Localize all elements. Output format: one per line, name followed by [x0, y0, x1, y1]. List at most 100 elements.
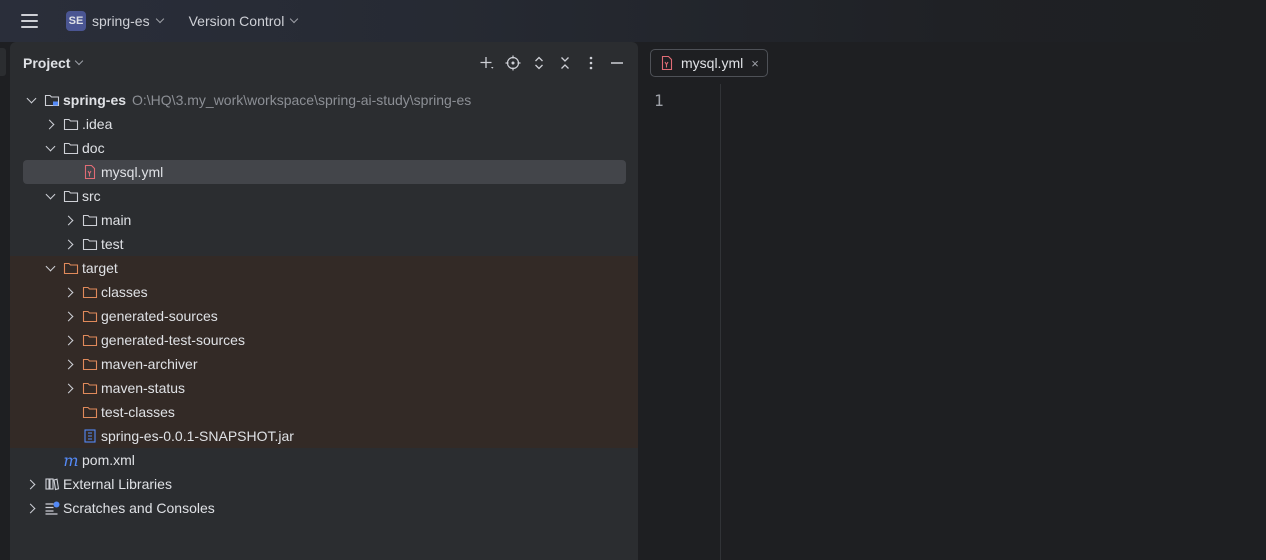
panel-title[interactable]: Project — [23, 55, 70, 71]
chevron-right-icon[interactable] — [61, 284, 77, 300]
tree-item-target[interactable]: target — [10, 256, 638, 280]
root-name: spring-es — [63, 92, 127, 108]
tree-item-mysql-yml[interactable]: mysql.yml — [10, 160, 638, 184]
tree-item-pom[interactable]: m pom.xml — [10, 448, 638, 472]
main-menu-button[interactable] — [0, 0, 58, 42]
tree-item-label: test — [101, 236, 124, 252]
chevron-right-icon[interactable] — [61, 332, 77, 348]
tree-item-maven-status[interactable]: maven-status — [10, 376, 638, 400]
folder-icon — [63, 140, 79, 156]
tree-item-label: mysql.yml — [101, 164, 164, 180]
vcs-label: Version Control — [188, 13, 285, 29]
chevron-right-icon[interactable] — [23, 500, 39, 516]
more-icon[interactable] — [578, 50, 604, 76]
line-number: 1 — [654, 91, 664, 110]
excluded-folder-icon — [82, 308, 98, 324]
chevron-down-icon[interactable] — [42, 140, 58, 156]
project-name: spring-es — [92, 13, 150, 29]
folder-icon — [63, 116, 79, 132]
tree-item-spring-es[interactable]: spring-es O:\HQ\3.my_work\workspace\sprin… — [10, 88, 638, 112]
editor-body[interactable]: 1 — [643, 84, 1266, 560]
vcs-widget[interactable]: Version Control — [188, 13, 299, 29]
chevron-down-icon[interactable] — [75, 56, 84, 66]
excluded-folder-icon — [82, 284, 98, 300]
scratches-icon — [44, 500, 60, 516]
tree-item-external-libraries[interactable]: External Libraries — [10, 472, 638, 496]
hide-icon[interactable] — [604, 50, 630, 76]
panel-actions — [474, 42, 630, 84]
chevron-right-icon[interactable] — [61, 212, 77, 228]
maven-icon: m — [63, 450, 79, 470]
tree-item-jar[interactable]: spring-es-0.0.1-SNAPSHOT.jar — [10, 424, 638, 448]
project-widget[interactable]: SE spring-es — [62, 6, 167, 36]
folder-icon — [82, 212, 98, 228]
tree-item-main[interactable]: main — [10, 208, 638, 232]
chevron-right-icon[interactable] — [61, 380, 77, 396]
chevron-down-icon[interactable] — [42, 188, 58, 204]
project-badge: SE — [66, 11, 86, 31]
tree-item-label: Scratches and Consoles — [63, 500, 215, 516]
excluded-folder-icon — [63, 260, 79, 276]
locate-icon[interactable] — [500, 50, 526, 76]
module-folder-icon — [44, 92, 60, 108]
excluded-folder-icon — [82, 356, 98, 372]
chevron-down-icon — [155, 14, 164, 24]
line-gutter — [643, 84, 721, 560]
tree-item-label: target — [82, 260, 118, 276]
tab-label: mysql.yml — [681, 55, 744, 71]
project-tool-tab[interactable] — [0, 48, 6, 76]
tree-item-label: maven-archiver — [101, 356, 198, 372]
tree-item-label: test-classes — [101, 404, 175, 420]
tree-item-doc[interactable]: doc — [10, 136, 638, 160]
jar-file-icon — [82, 428, 98, 444]
tree-item-generated-test-sources[interactable]: generated-test-sources — [10, 328, 638, 352]
editor-area: mysql.yml × 1 — [643, 42, 1266, 560]
tree-item-test[interactable]: test — [10, 232, 638, 256]
yml-file-icon — [82, 164, 98, 180]
tree-item-generated-sources[interactable]: generated-sources — [10, 304, 638, 328]
add-icon[interactable] — [474, 50, 500, 76]
chevron-down-icon[interactable] — [23, 92, 39, 108]
tree-item-scratches[interactable]: Scratches and Consoles — [10, 496, 638, 520]
panel-header: Project — [10, 42, 638, 84]
hamburger-icon — [20, 12, 38, 30]
chevron-down-icon — [290, 14, 299, 24]
tree-item-label: spring-es-0.0.1-SNAPSHOT.jar — [101, 428, 294, 444]
tree-item-label: pom.xml — [82, 452, 135, 468]
left-tool-strip — [0, 42, 10, 560]
tree-item-label: main — [101, 212, 132, 228]
root-path: O:\HQ\3.my_work\workspace\spring-ai-stud… — [132, 92, 472, 108]
tree-item-maven-archiver[interactable]: maven-archiver — [10, 352, 638, 376]
tree-item-test-classes[interactable]: test-classes — [10, 400, 638, 424]
tree-item-label: External Libraries — [63, 476, 172, 492]
chevron-right-icon[interactable] — [42, 116, 58, 132]
tree-item-classes[interactable]: classes — [10, 280, 638, 304]
close-icon[interactable]: × — [751, 56, 759, 71]
tree-item-label: .idea — [82, 116, 113, 132]
folder-icon — [63, 188, 79, 204]
tree-item-label: doc — [82, 140, 105, 156]
chevron-right-icon[interactable] — [61, 308, 77, 324]
tree-item-label: maven-status — [101, 380, 186, 396]
excluded-folder-icon — [82, 380, 98, 396]
tree-item-label: classes — [101, 284, 148, 300]
tab-mysql-yml[interactable]: mysql.yml × — [650, 49, 768, 77]
title-bar: SE spring-es Version Control — [0, 0, 1266, 42]
expand-all-icon[interactable] — [526, 50, 552, 76]
tree-item-label: generated-test-sources — [101, 332, 245, 348]
chevron-right-icon[interactable] — [61, 356, 77, 372]
tree-item-label: spring-es O:\HQ\3.my_work\workspace\sprin… — [63, 92, 471, 108]
tree-item-label: generated-sources — [101, 308, 218, 324]
chevron-right-icon[interactable] — [23, 476, 39, 492]
tree-item-idea[interactable]: .idea — [10, 112, 638, 136]
folder-icon — [82, 236, 98, 252]
tree-item-label: src — [82, 188, 101, 204]
project-panel: Project spring-es O:\HQ\3.my_work\worksp… — [10, 42, 638, 560]
collapse-all-icon[interactable] — [552, 50, 578, 76]
project-tree: spring-es O:\HQ\3.my_work\workspace\sprin… — [10, 88, 638, 520]
chevron-down-icon[interactable] — [42, 260, 58, 276]
tree-item-src[interactable]: src — [10, 184, 638, 208]
library-icon — [44, 476, 60, 492]
editor-tab-bar: mysql.yml × — [643, 42, 1266, 84]
chevron-right-icon[interactable] — [61, 236, 77, 252]
